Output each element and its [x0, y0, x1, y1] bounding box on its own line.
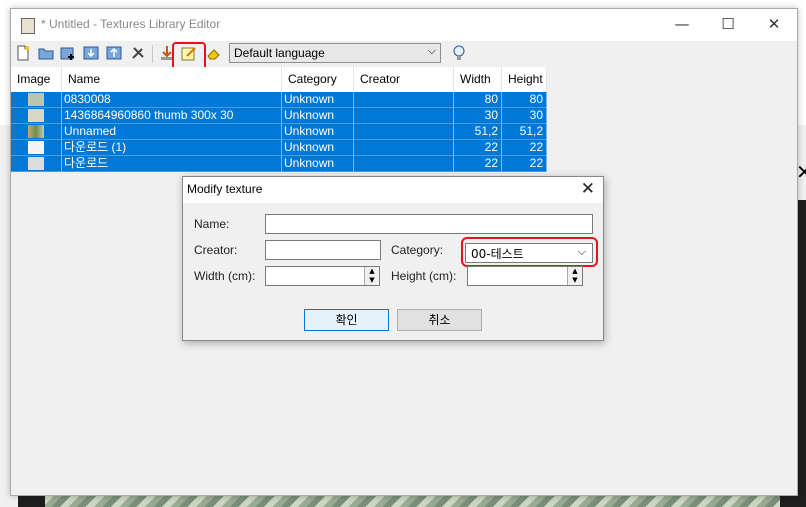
texture-thumbnail	[28, 93, 44, 106]
name-field[interactable]	[265, 214, 593, 234]
eraser-icon[interactable]	[206, 45, 222, 61]
creator-label: Creator:	[194, 243, 238, 257]
height-cell: 30	[502, 108, 547, 124]
creator-cell	[354, 124, 454, 140]
texture-thumbnail	[28, 157, 44, 170]
width-stepper[interactable]: ▲ ▼	[265, 266, 380, 286]
width-cell: 22	[454, 156, 502, 172]
toolbar: Default language ⌵	[11, 41, 797, 72]
open-folder-icon[interactable]	[38, 45, 54, 61]
app-icon	[21, 18, 35, 34]
category-highlight	[461, 237, 598, 267]
name-cell: 다운로드	[62, 156, 282, 172]
table-row[interactable]: 다운로드 (1) Unknown 22 22	[11, 140, 547, 156]
creator-field[interactable]	[265, 240, 381, 260]
name-cell: 1436864960860 thumb 300x 30	[62, 108, 282, 124]
add-texture-icon[interactable]	[60, 45, 76, 61]
width-spin-buttons[interactable]: ▲ ▼	[364, 267, 379, 285]
image-cell	[11, 124, 62, 140]
lightbulb-icon[interactable]	[451, 45, 467, 61]
category-cell: Unknown	[282, 140, 354, 156]
category-cell: Unknown	[282, 124, 354, 140]
minimize-button[interactable]: —	[659, 9, 705, 41]
name-cell: 0830008	[62, 92, 282, 108]
close-button[interactable]: ✕	[751, 9, 797, 41]
width-cell: 51,2	[454, 124, 502, 140]
width-label: Width (cm):	[194, 269, 256, 283]
name-cell: Unnamed	[62, 124, 282, 140]
creator-cell	[354, 156, 454, 172]
height-cell: 22	[502, 156, 547, 172]
chevron-down-icon: ⌵	[427, 45, 436, 57]
table-row[interactable]: 0830008 Unknown 80 80	[11, 92, 547, 108]
width-cell: 22	[454, 140, 502, 156]
name-label: Name:	[194, 217, 230, 231]
dialog-close-icon[interactable]: ✕	[581, 179, 595, 199]
category-cell: Unknown	[282, 92, 354, 108]
modify-texture-dialog: Modify texture ✕ Name: Creator: Category…	[182, 176, 604, 341]
name-cell: 다운로드 (1)	[62, 140, 282, 156]
column-header-height[interactable]: Height	[502, 67, 547, 92]
new-file-icon[interactable]	[15, 45, 31, 61]
column-header-name[interactable]: Name	[62, 67, 282, 92]
image-cell	[11, 92, 62, 108]
column-header-creator[interactable]: Creator	[354, 67, 454, 92]
category-cell: Unknown	[282, 156, 354, 172]
toolbar-separator	[152, 45, 153, 63]
height-stepper[interactable]: ▲ ▼	[467, 266, 583, 286]
dialog-title-bar: Modify texture ✕	[183, 177, 603, 203]
creator-cell	[354, 92, 454, 108]
dialog-title: Modify texture	[187, 182, 263, 196]
column-header-image[interactable]: Image	[11, 67, 62, 92]
height-label: Height (cm):	[391, 269, 457, 283]
texture-thumbnail	[28, 109, 44, 122]
cancel-button[interactable]: 취소	[397, 309, 482, 331]
table-row[interactable]: Unnamed Unknown 51,2 51,2	[11, 124, 547, 140]
column-header-width[interactable]: Width	[454, 67, 502, 92]
creator-cell	[354, 108, 454, 124]
creator-cell	[354, 140, 454, 156]
table-row[interactable]: 다운로드 Unknown 22 22	[11, 156, 547, 172]
language-select[interactable]: Default language ⌵	[229, 43, 441, 63]
category-cell: Unknown	[282, 108, 354, 124]
height-cell: 22	[502, 140, 547, 156]
table-row[interactable]: 1436864960860 thumb 300x 30 Unknown 30 3…	[11, 108, 547, 124]
image-cell	[11, 156, 62, 172]
image-cell	[11, 108, 62, 124]
column-header-category[interactable]: Category	[282, 67, 354, 92]
export-icon[interactable]	[106, 45, 122, 61]
texture-thumbnail	[28, 125, 44, 138]
texture-thumbnail	[28, 141, 44, 154]
language-select-value: Default language	[234, 46, 325, 60]
import-icon[interactable]	[83, 45, 99, 61]
width-cell: 80	[454, 92, 502, 108]
maximize-button[interactable]: ☐	[705, 9, 751, 41]
title-bar: * Untitled - Textures Library Editor — ☐…	[11, 9, 797, 41]
width-cell: 30	[454, 108, 502, 124]
height-cell: 51,2	[502, 124, 547, 140]
window-title: * Untitled - Textures Library Editor	[41, 17, 221, 31]
image-cell	[11, 140, 62, 156]
settings-icon[interactable]	[130, 45, 146, 61]
ok-button[interactable]: 확인	[304, 309, 389, 331]
height-spin-buttons[interactable]: ▲ ▼	[567, 267, 582, 285]
category-label: Category:	[391, 243, 444, 257]
height-cell: 80	[502, 92, 547, 108]
list-header: Image Name Category Creator Width Height	[11, 67, 547, 92]
